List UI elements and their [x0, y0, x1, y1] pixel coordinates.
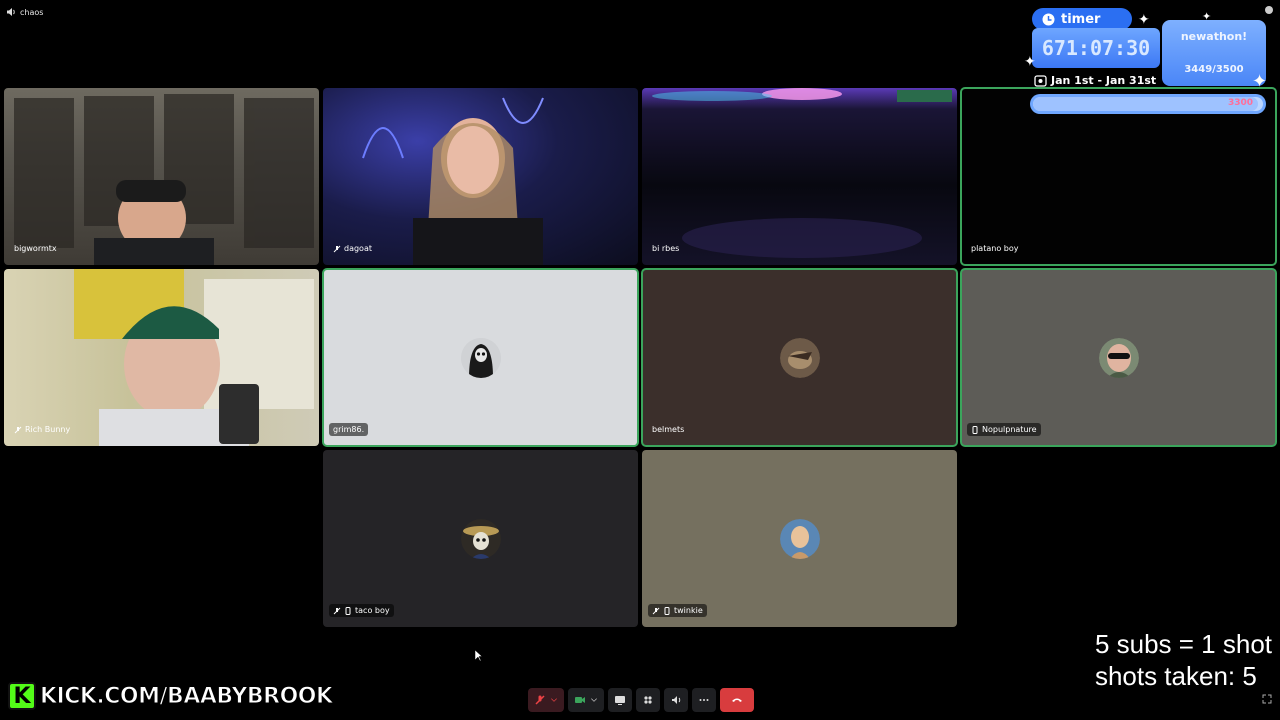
sparkle-icon: ✦ [1202, 11, 1212, 23]
participant-tile[interactable]: dagoat [323, 88, 638, 265]
participant-tile[interactable]: taco boy [323, 450, 638, 627]
subs-counter: 5 subs = 1 shot shots taken: 5 [1095, 628, 1272, 692]
participant-avatar [779, 337, 820, 378]
chevron-down-icon [551, 698, 557, 702]
video-feed [362, 97, 544, 265]
participant-tile[interactable]: twinkie [642, 450, 957, 627]
participant-name: Rich Bunny [10, 423, 74, 436]
participant-name: Nopulpnature [967, 423, 1041, 436]
calendar-icon [1034, 75, 1047, 87]
soundboard-button[interactable] [664, 688, 688, 712]
participant-tile[interactable]: Rich Bunny [4, 269, 319, 446]
hang-up-icon [732, 698, 742, 702]
more-icon [699, 699, 709, 701]
camera-button[interactable] [568, 688, 604, 712]
date-range: Jan 1st - Jan 31st [1034, 74, 1156, 87]
participant-name: platano boy [971, 244, 1019, 253]
mic-muted-icon [333, 607, 341, 614]
newathon-title: newathon! [1180, 30, 1248, 43]
clock-icon [1042, 13, 1055, 25]
participant-name: grim86. [329, 423, 369, 436]
mobile-icon [345, 606, 351, 615]
mouse-cursor-icon [475, 650, 483, 662]
participant-name: belmets [652, 425, 685, 434]
window-title-bar: chaos [6, 5, 43, 19]
newathon-card: newathon! 3449/3500 [1162, 20, 1266, 86]
participant-name: bi rbes [652, 244, 680, 253]
participant-avatar [460, 337, 501, 378]
mic-muted-icon [14, 426, 22, 433]
video-feed [652, 88, 952, 258]
activities-icon [644, 696, 652, 704]
screen-share-icon [615, 696, 625, 705]
goal-progress-bar: 3300 [1030, 94, 1266, 114]
call-controls [528, 687, 754, 713]
date-range-text: Jan 1st - Jan 31st [1051, 74, 1157, 87]
chevron-down-icon [591, 698, 597, 702]
sparkle-icon: ✦ [1138, 11, 1150, 27]
participant-avatar [779, 518, 820, 559]
participant-name: taco boy [329, 604, 394, 617]
soundboard-icon [672, 696, 681, 704]
more-options-button[interactable] [692, 688, 716, 712]
mic-muted-icon [333, 245, 341, 252]
fullscreen-icon[interactable] [1262, 694, 1272, 704]
participant-tile[interactable]: platano boy [960, 87, 1277, 266]
participant-tile[interactable]: belmets [641, 268, 958, 447]
mobile-icon [664, 606, 670, 615]
participant-tile[interactable]: bigwormtx [4, 88, 319, 265]
subs-rule: 5 subs = 1 shot [1094, 629, 1272, 659]
disconnect-button[interactable] [720, 688, 754, 712]
participant-tile[interactable]: Nopulpnature [960, 268, 1277, 447]
goal-progress-fill [1033, 97, 1259, 111]
newathon-count: 3449/3500 [1184, 64, 1244, 75]
goal-value: 3300 [1227, 98, 1253, 108]
video-feed [14, 94, 314, 265]
kick-logo: K [8, 682, 36, 710]
kick-branding: K KICK.COM/BAABYBROOK [8, 682, 334, 710]
participant-name: bigwormtx [14, 244, 57, 253]
participant-tile[interactable]: bi rbes [642, 88, 957, 265]
participant-tile[interactable]: grim86. [322, 268, 639, 447]
mic-muted-icon [652, 607, 660, 614]
sparkle-icon: ✦ [1024, 53, 1036, 69]
participant-name: dagoat [329, 242, 376, 255]
participant-name: twinkie [648, 604, 707, 617]
speaker-icon [7, 8, 15, 16]
timer-display: 671:07:30 [1032, 28, 1160, 68]
channel-title: chaos [20, 7, 44, 17]
mic-muted-icon [535, 695, 545, 705]
shots-taken: shots taken: 5 [1094, 661, 1257, 691]
video-feed [74, 269, 314, 446]
sparkle-icon: ✦ [1252, 71, 1268, 91]
participant-avatar [1098, 337, 1139, 378]
chat-icon[interactable] [1264, 5, 1274, 15]
screenshare-button[interactable] [608, 688, 632, 712]
kick-url: KICK.COM/BAABYBROOK [40, 683, 334, 709]
activities-button[interactable] [636, 688, 660, 712]
mobile-icon [972, 425, 978, 434]
camera-icon [575, 697, 585, 703]
timer-badge: timer [1032, 8, 1132, 30]
timer-label: timer [1061, 11, 1101, 27]
participant-avatar [460, 518, 501, 559]
mute-button[interactable] [528, 688, 564, 712]
timer-value: 671:07:30 [1041, 36, 1151, 60]
